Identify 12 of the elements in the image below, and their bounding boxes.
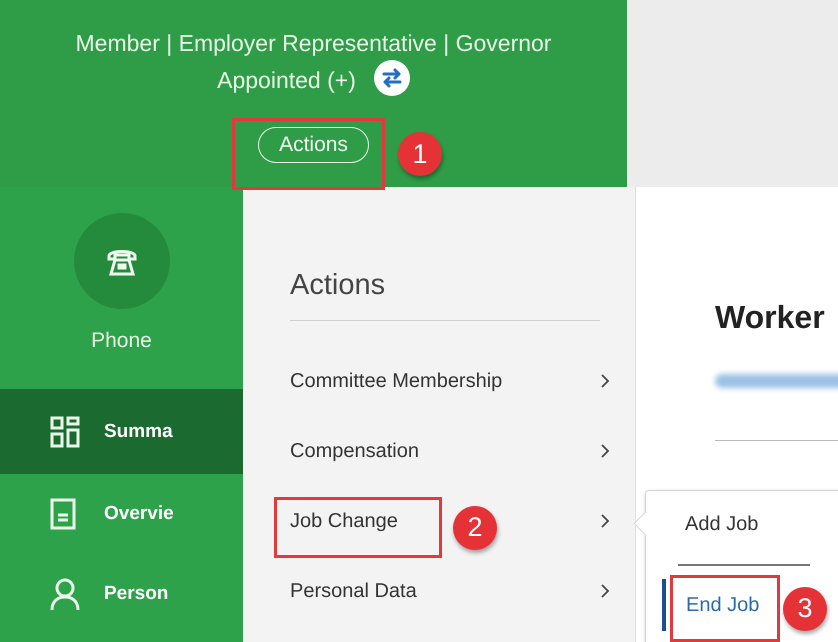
menu-item[interactable]: Committee Membership [290, 370, 502, 392]
menu-item[interactable]: Personal Data [290, 580, 417, 602]
menu-title: Actions [290, 269, 600, 321]
nav-item[interactable]: Summa [0, 389, 243, 474]
submenu-item[interactable]: End Job [662, 579, 760, 631]
contact-label: Phone [91, 329, 152, 353]
role-text: Member | Employer Representative | Governor [76, 29, 552, 58]
submenu-item[interactable]: Add Job [678, 501, 810, 566]
page-title: Worker [715, 299, 826, 336]
menu-item[interactable]: Compensation [290, 440, 419, 462]
role-text: Appointed (+) [217, 66, 356, 95]
menu-item[interactable]: Job Change [290, 510, 398, 532]
